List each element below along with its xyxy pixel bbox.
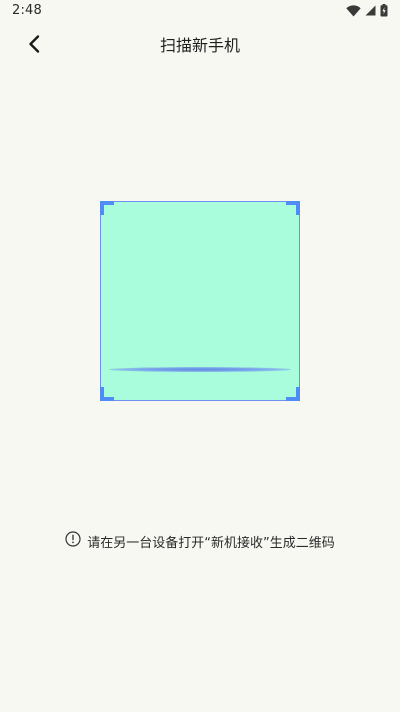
battery-icon [380,4,388,17]
status-time: 2:48 [12,3,42,18]
scanner-corner-top-left [100,201,114,215]
qr-scanner-viewfinder[interactable] [100,201,300,401]
cellular-signal-icon [365,5,376,16]
back-button[interactable] [18,32,50,60]
scanner-corner-bottom-left [100,387,114,401]
scan-hint-text: 请在另一台设备打开“新机接收”生成二维码 [87,535,335,551]
chevron-left-icon [27,34,41,58]
scan-hint: 请在另一台设备打开“新机接收”生成二维码 [0,531,400,551]
wifi-icon [346,4,361,17]
scan-line [109,367,291,372]
info-circle-icon [65,531,81,551]
status-bar: 2:48 [0,0,400,24]
scanner-corner-bottom-right [286,387,300,401]
scanner-corner-top-right [286,201,300,215]
page-title: 扫描新手机 [159,36,240,55]
header: 扫描新手机 [0,24,400,68]
status-icons [346,4,388,17]
